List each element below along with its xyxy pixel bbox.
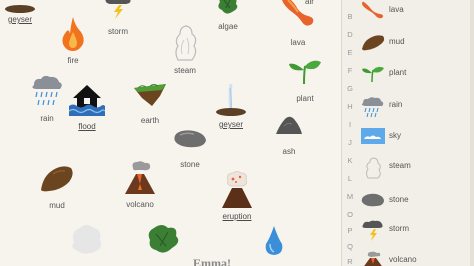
element-earth[interactable]: earth xyxy=(118,80,182,128)
sidebar-scrollbar[interactable] xyxy=(470,0,474,266)
storm-icon xyxy=(360,220,386,241)
sidebar-item-label: mud xyxy=(389,37,405,46)
element-label: ash xyxy=(282,147,296,156)
letter-H[interactable]: H xyxy=(344,102,356,111)
mud-icon xyxy=(360,33,386,51)
element-flood[interactable]: flood xyxy=(55,82,119,134)
cloud-icon xyxy=(68,222,104,263)
element-partial-cloud[interactable] xyxy=(54,222,118,266)
storm-icon xyxy=(102,0,134,25)
letter-K[interactable]: K xyxy=(344,156,356,165)
flood-icon xyxy=(68,82,106,121)
element-ash[interactable]: ash xyxy=(257,114,321,158)
earth-icon xyxy=(132,80,168,113)
element-fire[interactable]: fire xyxy=(41,16,105,68)
sidebar-item-label: storm xyxy=(389,224,409,233)
steam-icon xyxy=(170,24,200,67)
partial-text: Emma! xyxy=(193,256,231,266)
volcano-icon xyxy=(360,251,386,266)
element-label: eruption xyxy=(222,212,252,221)
element-geyser-mid[interactable]: geyser xyxy=(199,80,263,130)
element-partial-algae[interactable] xyxy=(132,222,196,266)
fire-icon xyxy=(61,16,85,57)
element-label: volcano xyxy=(126,200,154,209)
letter-P[interactable]: P xyxy=(344,226,356,235)
element-label: earth xyxy=(140,116,160,125)
element-eruption[interactable]: eruption xyxy=(205,170,269,224)
sidebar-item-mud[interactable]: mud xyxy=(360,33,470,51)
letter-Q[interactable]: Q xyxy=(344,242,356,251)
element-label: flood xyxy=(78,122,96,131)
letter-L[interactable]: L xyxy=(344,174,356,183)
mud-icon xyxy=(39,164,75,197)
ash-icon xyxy=(274,114,304,141)
element-label: steam xyxy=(174,66,196,75)
letter-J[interactable]: J xyxy=(344,138,356,147)
element-mud[interactable]: mud xyxy=(25,164,89,214)
element-volcano[interactable]: volcano xyxy=(108,160,172,214)
element-label: plant xyxy=(296,94,314,103)
sidebar-item-label: steam xyxy=(389,161,411,170)
sidebar-item-stone[interactable]: stone xyxy=(360,191,470,209)
sidebar-item-lava[interactable]: lava xyxy=(360,1,470,19)
sidebar-item-label: stone xyxy=(389,195,409,204)
element-label: lava xyxy=(290,38,306,47)
letter-F[interactable]: F xyxy=(344,66,356,75)
element-board[interactable]: geyser storm algae lava air fire steam p… xyxy=(0,0,341,266)
stone-icon xyxy=(360,191,386,209)
letter-O[interactable]: O xyxy=(344,210,356,219)
letter-B[interactable]: B xyxy=(344,12,356,21)
element-partial-water[interactable] xyxy=(242,224,306,266)
letter-R[interactable]: R xyxy=(344,257,356,266)
sidebar-item-label: rain xyxy=(389,100,403,109)
sidebar-item-steam[interactable]: steam xyxy=(360,157,470,179)
geyser-icon xyxy=(215,80,247,121)
sidebar-item-sky[interactable]: sky xyxy=(360,127,470,145)
letter-E[interactable]: E xyxy=(344,48,356,57)
letter-D[interactable]: D xyxy=(344,30,356,39)
sidebar-item-label: volcano xyxy=(389,255,417,264)
letter-M[interactable]: M xyxy=(344,192,356,201)
sidebar-item-volcano[interactable]: volcano xyxy=(360,251,470,266)
steam-icon xyxy=(360,157,386,179)
volcano-icon xyxy=(123,160,157,199)
algae-icon xyxy=(214,0,242,21)
eruption-icon xyxy=(220,170,254,213)
algae-icon xyxy=(146,222,182,261)
letter-G[interactable]: G xyxy=(344,84,356,93)
element-label: fire xyxy=(67,56,79,65)
stone-icon xyxy=(172,128,208,155)
letter-I[interactable]: I xyxy=(344,120,356,129)
element-label: mud xyxy=(49,201,65,210)
element-label-air: air xyxy=(305,0,314,6)
sidebar-item-storm[interactable]: storm xyxy=(360,220,470,241)
element-sidebar[interactable]: B D E F G H I J K L M O P Q R lava mud p… xyxy=(341,0,474,266)
sidebar-item-plant[interactable]: plant xyxy=(360,64,470,83)
water-drop-icon xyxy=(264,224,284,261)
sidebar-item-label: sky xyxy=(389,131,401,140)
plant-icon xyxy=(287,56,323,89)
plant-icon xyxy=(360,64,386,83)
element-lava[interactable]: lava xyxy=(266,0,330,50)
rain-icon xyxy=(360,96,386,118)
sky-icon xyxy=(360,127,386,145)
element-plant[interactable]: plant xyxy=(273,56,337,106)
lava-icon xyxy=(360,1,386,19)
sidebar-item-label: plant xyxy=(389,68,407,77)
sidebar-item-rain[interactable]: rain xyxy=(360,96,470,118)
element-steam[interactable]: steam xyxy=(153,24,217,78)
sidebar-item-label: lava xyxy=(389,5,404,14)
